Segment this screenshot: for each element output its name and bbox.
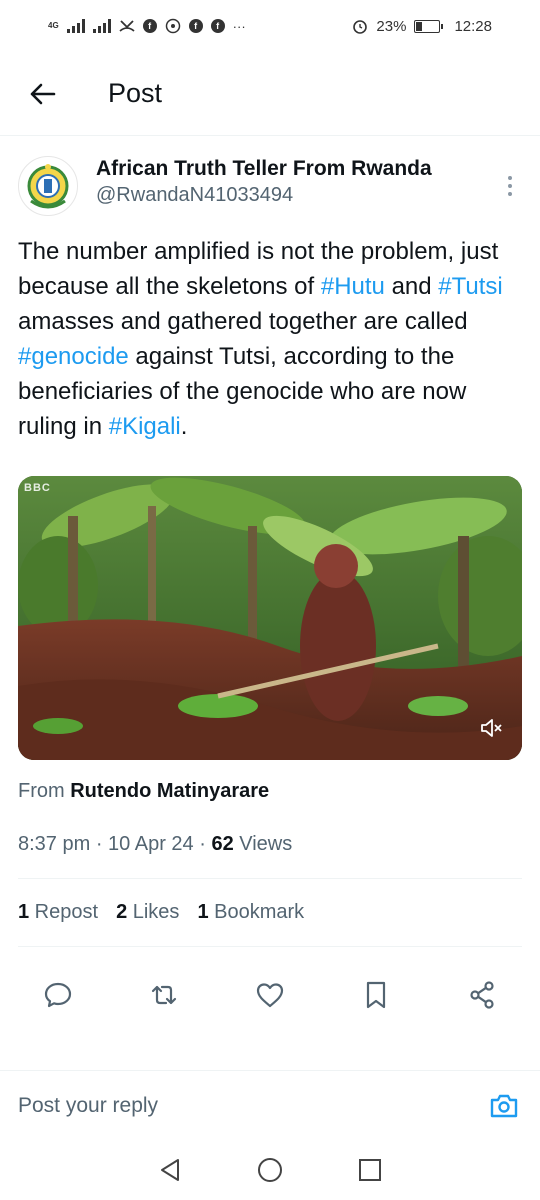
nav-home-icon	[258, 1158, 282, 1182]
network-type-label: 4G	[48, 21, 59, 30]
nav-home-button[interactable]	[255, 1155, 285, 1185]
repost-button[interactable]	[146, 977, 182, 1013]
back-button[interactable]	[20, 72, 64, 116]
clock: 12:28	[454, 17, 492, 35]
muted-speaker-icon	[481, 719, 502, 737]
post-text-segment: amasses and gathered together are called	[18, 308, 468, 335]
bookmark-button[interactable]	[358, 977, 394, 1013]
meta-separator: ·	[193, 833, 212, 855]
back-arrow-icon	[30, 83, 56, 104]
likes-count: 2	[116, 901, 128, 923]
nav-back-icon	[161, 1159, 179, 1181]
engagement-stats: 1 Repost 2 Likes 1 Bookmark	[18, 879, 522, 947]
repost-icon	[151, 985, 177, 1005]
views-label: Views	[233, 833, 293, 855]
bookmarks-count: 1	[197, 901, 209, 923]
wifi-hotspot-icon	[165, 18, 180, 34]
reply-button[interactable]	[40, 977, 76, 1013]
like-icon	[256, 983, 284, 1008]
bookmarks-stat[interactable]: 1 Bookmark	[197, 901, 304, 924]
hashtag-link[interactable]: #Tutsi	[438, 273, 502, 300]
post-text-segment: and	[384, 273, 439, 300]
battery-icon	[414, 19, 444, 33]
rwanda-coat-of-arms-icon	[27, 164, 69, 209]
alarm-icon	[353, 20, 368, 34]
post-time: 8:37 pm	[18, 833, 91, 855]
nav-recents-button[interactable]	[355, 1155, 385, 1185]
author-info: African Truth Teller From Rwanda @Rwanda…	[96, 156, 498, 208]
reposts-count: 1	[18, 901, 30, 923]
status-right: 23% 12:28	[352, 18, 492, 35]
video-player[interactable]: BBC	[18, 476, 522, 760]
post-text-segment: .	[180, 413, 188, 440]
broadcaster-watermark: BBC	[24, 482, 51, 494]
like-button[interactable]	[252, 977, 288, 1013]
facebook-icon: f	[142, 19, 157, 33]
share-icon	[470, 981, 494, 1009]
missed-call-icon	[119, 20, 135, 32]
action-bar	[18, 947, 522, 1021]
app-header: Post	[0, 52, 540, 136]
post-date: 10 Apr 24	[108, 833, 194, 855]
attribution-name[interactable]: Rutendo Matinyarare	[70, 780, 269, 802]
more-dot	[508, 192, 512, 196]
post-text: The number amplified is not the problem,…	[18, 234, 522, 444]
facebook-icon: f	[188, 19, 203, 33]
post-meta: 8:37 pm · 10 Apr 24 · 62 Views	[18, 833, 522, 879]
reposts-stat[interactable]: 1 Repost	[18, 901, 98, 924]
hashtag-link[interactable]: #Kigali	[109, 413, 181, 440]
reply-composer[interactable]: Post your reply	[0, 1070, 540, 1140]
camera-icon	[490, 1094, 518, 1117]
unmute-button[interactable]	[478, 714, 506, 742]
nav-recents-icon	[359, 1159, 381, 1181]
bookmarks-label: Bookmark	[208, 901, 305, 923]
status-bar: 4G f f f ··· 23% 12:28	[0, 0, 540, 52]
nav-back-button[interactable]	[155, 1155, 185, 1185]
signal-icon	[66, 19, 85, 33]
reply-input[interactable]: Post your reply	[18, 1094, 158, 1118]
more-options-button[interactable]	[498, 166, 522, 206]
author-display-name[interactable]: African Truth Teller From Rwanda	[96, 156, 498, 182]
hashtag-link[interactable]: #genocide	[18, 343, 129, 370]
views-count: 62	[211, 833, 234, 855]
attribution: From Rutendo Matinyarare	[18, 780, 522, 803]
bookmark-icon	[366, 981, 386, 1009]
signal-icon	[92, 19, 111, 33]
reply-icon	[44, 982, 72, 1008]
more-dot	[508, 176, 512, 180]
author-row: African Truth Teller From Rwanda @Rwanda…	[18, 156, 522, 216]
author-handle[interactable]: @RwandaN41033494	[96, 182, 498, 208]
meta-separator: ·	[90, 833, 109, 855]
hashtag-link[interactable]: #Hutu	[321, 273, 385, 300]
more-dot	[508, 184, 512, 188]
post: African Truth Teller From Rwanda @Rwanda…	[18, 136, 522, 1021]
more-notifications: ···	[232, 18, 246, 34]
video-frame	[18, 476, 522, 760]
battery-percent: 23%	[376, 17, 407, 35]
likes-stat[interactable]: 2 Likes	[116, 901, 179, 924]
system-nav-bar	[0, 1140, 540, 1200]
camera-button[interactable]	[488, 1090, 520, 1122]
status-left: 4G f f f ···	[48, 18, 246, 34]
from-prefix: From	[18, 780, 65, 802]
likes-label: Likes	[127, 901, 180, 923]
avatar[interactable]	[18, 156, 78, 216]
facebook-icon: f	[210, 19, 225, 33]
page-title: Post	[108, 78, 163, 108]
share-button[interactable]	[464, 977, 500, 1013]
reposts-label: Repost	[29, 901, 99, 923]
